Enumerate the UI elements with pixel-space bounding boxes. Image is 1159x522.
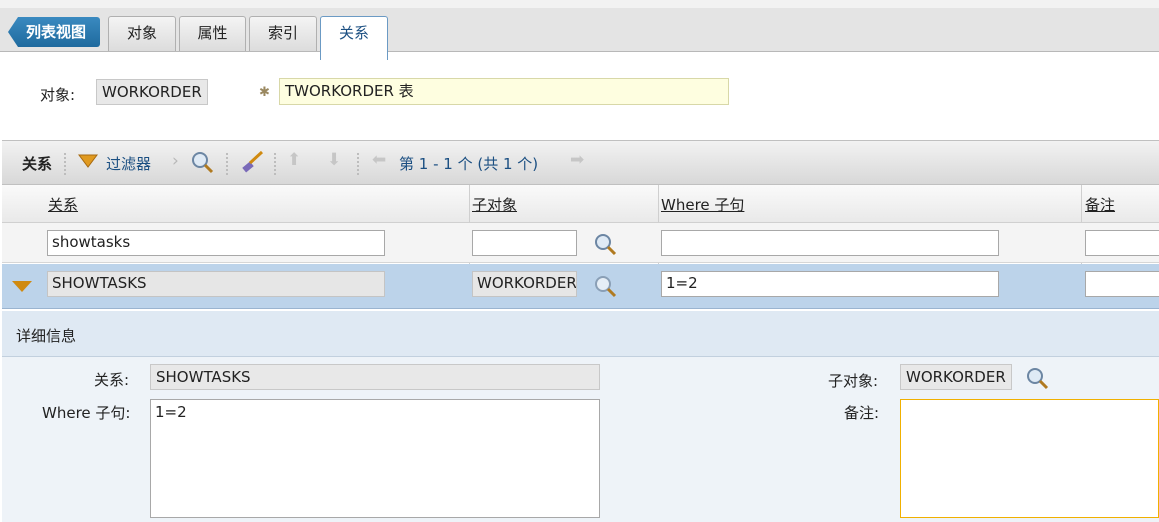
chevron-right-icon: › <box>172 151 179 171</box>
toolbar-divider <box>226 153 229 175</box>
where-clause-filter-input[interactable] <box>661 230 999 256</box>
detail-remarks-label: 备注: <box>844 404 880 422</box>
toolbar-divider <box>274 153 277 175</box>
detail-child-object-search-icon[interactable] <box>1025 366 1049 395</box>
detail-section-header: 详细信息 <box>2 311 1159 357</box>
next-page-icon: ➡ <box>570 150 585 170</box>
required-icon: ✱ <box>259 85 270 100</box>
top-tab-bar: 列表视图 对象 属性 索引 关系 <box>0 0 1159 60</box>
remarks-filter-input[interactable] <box>1085 230 1159 256</box>
row-child-object-search-icon[interactable] <box>593 274 617 303</box>
tab-attributes[interactable]: 属性 <box>179 16 246 51</box>
detail-child-object-label: 子对象: <box>828 372 879 390</box>
toolbar-divider <box>357 153 360 175</box>
detail-where-clause-label: Where 子句: <box>42 404 131 422</box>
object-field: WORKORDER <box>96 79 208 105</box>
column-header-remarks[interactable]: 备注 <box>1085 194 1115 215</box>
row-remarks-field[interactable] <box>1085 271 1159 297</box>
tab-indexes[interactable]: 索引 <box>249 16 317 51</box>
column-header-relationship[interactable]: 关系 <box>48 194 78 215</box>
detail-where-clause-textarea[interactable]: 1=2 <box>150 399 600 518</box>
object-label: 对象: <box>40 86 76 104</box>
arrow-up-icon: ⬆ <box>287 150 302 170</box>
table-header-row: 关系 子对象 Where 子句 备注 <box>2 185 1159 223</box>
child-object-filter-search-icon[interactable] <box>593 232 617 261</box>
row-where-clause-field[interactable]: 1=2 <box>661 271 999 297</box>
row-expand-toggle-icon[interactable] <box>12 281 32 292</box>
search-icon[interactable] <box>190 150 214 179</box>
detail-relationship-label: 关系: <box>94 371 130 389</box>
clear-filter-icon[interactable] <box>240 150 266 179</box>
table-title: 关系 <box>22 155 53 173</box>
table-toolbar: 关系 过滤器 › ⬆ ⬇ ⬅ 第 1 - 1 个 (共 1 个) ➡ <box>2 140 1159 185</box>
pagination-text: 第 1 - 1 个 (共 1 个) <box>399 155 539 173</box>
column-header-where-clause[interactable]: Where 子句 <box>661 194 744 215</box>
relationship-filter-input[interactable]: showtasks <box>47 230 385 256</box>
detail-remarks-textarea[interactable] <box>900 399 1159 518</box>
toolbar-divider <box>64 153 67 175</box>
column-header-child-object[interactable]: 子对象 <box>472 194 517 215</box>
previous-page-icon: ⬅ <box>372 150 387 170</box>
detail-child-object-field: WORKORDER <box>900 364 1012 390</box>
detail-title: 详细信息 <box>16 327 77 345</box>
tab-object[interactable]: 对象 <box>108 16 176 51</box>
arrow-down-icon: ⬇ <box>327 150 342 170</box>
tab-relationships[interactable]: 关系 <box>320 16 388 60</box>
filter-link[interactable]: 过滤器 <box>106 153 151 174</box>
list-view-button[interactable]: 列表视图 <box>8 17 100 47</box>
row-relationship-field: SHOWTASKS <box>47 271 385 297</box>
detail-relationship-field: SHOWTASKS <box>150 364 600 390</box>
filter-icon[interactable] <box>78 153 98 173</box>
child-object-filter-input[interactable] <box>472 230 577 256</box>
object-description-field[interactable]: TWORKORDER 表 <box>279 78 729 105</box>
row-child-object-field: WORKORDER <box>472 271 577 297</box>
